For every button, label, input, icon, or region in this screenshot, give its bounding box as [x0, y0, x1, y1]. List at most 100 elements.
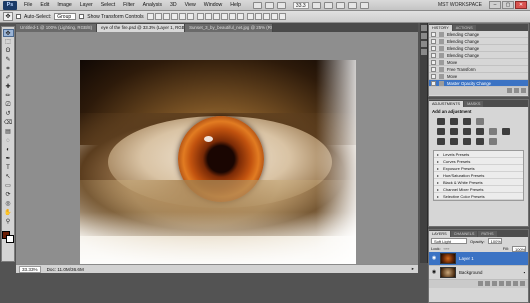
rotate-view-button[interactable] [335, 1, 345, 9]
eyedropper-tool-icon[interactable]: ✐ [3, 74, 14, 82]
hue-saturation-icon[interactable] [450, 128, 458, 135]
menu-file[interactable]: File [20, 2, 36, 8]
blur-tool-icon[interactable]: ◌ [3, 137, 14, 145]
tab-channels[interactable]: CHANNELS [450, 231, 478, 237]
align-right-icon[interactable] [186, 13, 194, 20]
curves-icon[interactable] [463, 118, 471, 125]
dodge-tool-icon[interactable]: ◐ [3, 146, 14, 154]
new-layer-icon[interactable] [513, 281, 518, 286]
menu-analysis[interactable]: Analysis [139, 2, 166, 8]
photo-filter-icon[interactable] [489, 128, 497, 135]
preset-black-white[interactable]: Black & White Presets [434, 179, 523, 186]
history-brush-tool-icon[interactable]: ↺ [3, 110, 14, 118]
layer-row[interactable]: ◉ Background ▪ [429, 266, 528, 280]
history-source-box[interactable] [431, 45, 436, 51]
preset-channel-mixer[interactable]: Channel Mixer Presets [434, 186, 523, 193]
document-tab-active[interactable]: eye of the fire.psd @ 33.3% (Layer 1, RG… [97, 24, 186, 32]
distribute-top-icon[interactable] [196, 13, 204, 20]
new-adjustment-icon[interactable] [499, 281, 504, 286]
blend-mode-dropdown[interactable]: Soft Light [431, 238, 467, 244]
eye-artwork[interactable] [80, 60, 356, 272]
status-zoom-field[interactable]: 33.33% [19, 265, 41, 273]
tab-layers[interactable]: LAYERS [429, 231, 450, 237]
3d-rotate-icon[interactable] [246, 13, 254, 20]
minimize-button[interactable]: – [489, 1, 501, 9]
shape-tool-icon[interactable]: ▭ [3, 182, 14, 190]
move-tool-preset-icon[interactable]: ✥ [3, 12, 13, 21]
fill-field[interactable]: 100% [512, 245, 526, 252]
preset-exposure[interactable]: Exposure Presets [434, 165, 523, 172]
preset-hue-saturation[interactable]: Hue/Saturation Presets [434, 172, 523, 179]
tab-actions[interactable]: ACTIONS [452, 25, 476, 31]
history-item[interactable]: Blending Change [429, 45, 528, 52]
vibrance-icon[interactable] [437, 128, 445, 135]
hand-tool-icon[interactable]: ✋ [3, 209, 14, 217]
mini-bridge-button[interactable] [264, 1, 274, 9]
distribute-vcenter-icon[interactable] [204, 13, 212, 20]
auto-select-checkbox[interactable] [16, 14, 21, 19]
invert-icon[interactable] [437, 138, 445, 145]
gradient-tool-icon[interactable]: ▤ [3, 128, 14, 136]
menu-image[interactable]: Image [53, 2, 75, 8]
visibility-eye-icon[interactable]: ◉ [431, 256, 437, 261]
crop-tool-icon[interactable]: ⌗ [3, 65, 14, 73]
hand-view-button[interactable] [311, 1, 321, 9]
close-button[interactable]: ✕ [515, 1, 527, 9]
document-tab[interactable]: Untitled-1 @ 100% (Lighting, RGB/8) [16, 24, 98, 32]
brush-tool-icon[interactable]: ✏ [3, 92, 14, 100]
3d-scale-icon[interactable] [278, 13, 286, 20]
type-tool-icon[interactable]: T [3, 164, 14, 172]
history-item[interactable]: Move [429, 59, 528, 66]
history-source-box[interactable] [431, 66, 436, 72]
align-left-icon[interactable] [170, 13, 178, 20]
view-extras-button[interactable] [276, 1, 286, 9]
align-bottom-icon[interactable] [162, 13, 170, 20]
lasso-tool-icon[interactable]: ʘ [3, 47, 14, 55]
opacity-field[interactable]: 100% [487, 238, 502, 244]
history-source-box[interactable] [431, 80, 436, 86]
preset-levels[interactable]: Levels Presets [434, 151, 523, 158]
move-tool-icon[interactable]: ✥ [2, 29, 14, 37]
arrange-documents-button[interactable] [347, 1, 357, 9]
menu-select[interactable]: Select [97, 2, 119, 8]
history-source-box[interactable] [431, 59, 436, 65]
channel-mixer-icon[interactable] [502, 128, 510, 135]
history-item[interactable]: Blending Change [429, 52, 528, 59]
posterize-icon[interactable] [450, 138, 458, 145]
3d-orbit-tool-icon[interactable]: ◎ [3, 200, 14, 208]
tab-adjustments[interactable]: ADJUSTMENTS [429, 101, 464, 107]
delete-state-icon[interactable] [521, 88, 526, 93]
delete-layer-icon[interactable] [520, 281, 525, 286]
layer-row-selected[interactable]: ◉ Layer 1 [429, 252, 528, 266]
new-snapshot-icon[interactable] [514, 88, 519, 93]
document-tab[interactable]: Sunset_3_by_beautiful_net.jpg @ 25% (RGB… [185, 24, 274, 32]
tab-paths[interactable]: PATHS [478, 231, 497, 237]
maximize-button[interactable]: ▢ [502, 1, 514, 9]
tab-masks[interactable]: MASKS [464, 101, 484, 107]
menu-layer[interactable]: Layer [76, 2, 97, 8]
distribute-bottom-icon[interactable] [212, 13, 220, 20]
distribute-right-icon[interactable] [236, 13, 244, 20]
gradient-map-icon[interactable] [476, 138, 484, 145]
zoom-view-button[interactable] [323, 1, 333, 9]
menu-view[interactable]: View [181, 2, 200, 8]
show-transform-checkbox[interactable] [79, 14, 85, 19]
screen-mode-button[interactable] [359, 1, 369, 9]
menu-help[interactable]: Help [226, 2, 245, 8]
visibility-eye-icon[interactable]: ◉ [431, 270, 437, 275]
eraser-tool-icon[interactable]: ⌫ [3, 119, 14, 127]
background-color-swatch[interactable] [6, 235, 14, 243]
3d-rotate-tool-icon[interactable]: ⟳ [3, 191, 14, 199]
healing-tool-icon[interactable]: ✚ [3, 83, 14, 91]
align-top-icon[interactable] [146, 13, 154, 20]
link-layers-icon[interactable] [478, 281, 483, 286]
lock-icon[interactable]: ▫▫▫▫ [444, 246, 450, 251]
new-group-icon[interactable] [506, 281, 511, 286]
black-white-icon[interactable] [476, 128, 484, 135]
path-select-tool-icon[interactable]: ↖ [3, 173, 14, 181]
exposure-icon[interactable] [476, 118, 484, 125]
history-item-selected[interactable]: Master Opacity Change [429, 80, 528, 87]
history-source-box[interactable] [431, 52, 436, 58]
collapsed-panel-icon[interactable] [421, 49, 427, 55]
layer-style-icon[interactable] [485, 281, 490, 286]
